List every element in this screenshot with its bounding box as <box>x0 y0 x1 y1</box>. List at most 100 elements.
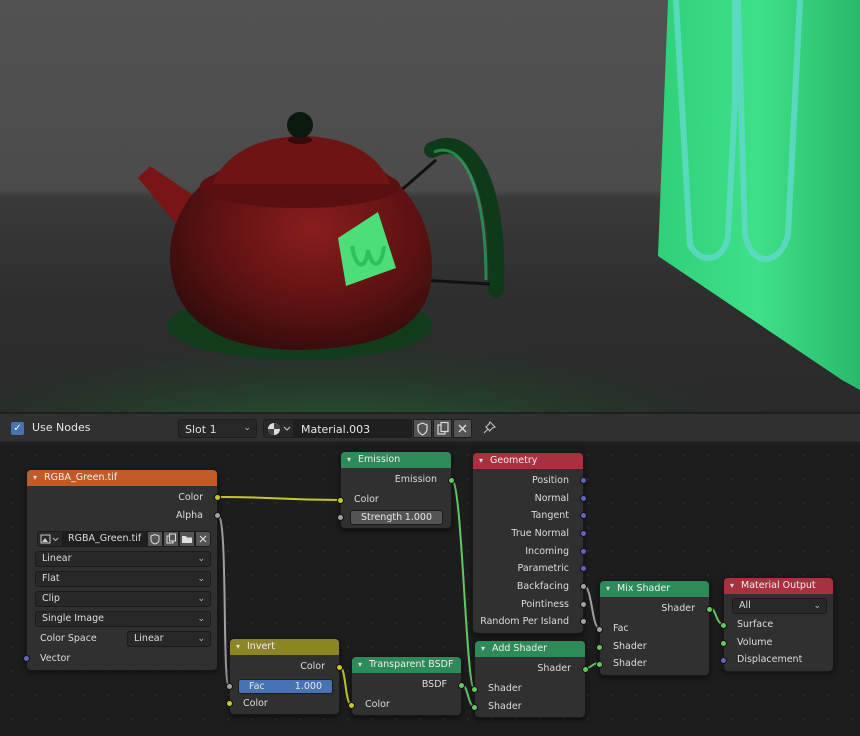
duplicate-icon <box>437 421 449 435</box>
socket-shader-2-in[interactable] <box>596 661 603 668</box>
viewport-render <box>0 0 860 412</box>
node-add-shader[interactable]: Add Shader Shader Shader Shader <box>471 640 589 718</box>
image-open-button[interactable] <box>179 531 195 547</box>
input-displacement-label: Displacement <box>737 654 803 665</box>
socket-shader-1-in[interactable] <box>596 644 603 651</box>
node-invert[interactable]: Invert Color Fac 1.000 Color <box>226 638 343 715</box>
node-geometry[interactable]: Geometry Position Normal Tangent True No… <box>472 452 587 634</box>
socket-fac-in[interactable] <box>596 626 603 633</box>
link-invert-transparent <box>339 666 352 705</box>
input-color-label: Color <box>243 698 268 709</box>
image-name-field[interactable]: RGBA_Green.tif <box>63 531 147 547</box>
socket-parametric-out[interactable] <box>580 565 587 572</box>
color-space-value: Linear <box>134 633 164 644</box>
image-icon <box>40 534 59 544</box>
input-shader-2-label: Shader <box>488 701 522 712</box>
socket-surface-in[interactable] <box>720 622 727 629</box>
socket-bsdf-out[interactable] <box>458 682 465 689</box>
output-backfacing-label: Backfacing <box>516 581 569 592</box>
node-material-output[interactable]: Material Output All ⌄ Surface Volume Disp… <box>720 577 834 672</box>
socket-shader-out[interactable] <box>706 606 713 613</box>
use-nodes-checkbox[interactable]: ✓ <box>11 422 24 435</box>
socket-incoming-out[interactable] <box>580 548 587 555</box>
socket-emission-out[interactable] <box>448 477 455 484</box>
link-alpha-invert <box>217 514 230 687</box>
fac-field[interactable]: Fac 1.000 <box>238 679 333 694</box>
output-color-label: Color <box>300 661 325 672</box>
duplicate-icon <box>166 533 176 544</box>
output-position-label: Position <box>532 475 569 486</box>
socket-shader-out[interactable] <box>582 666 589 673</box>
socket-volume-in[interactable] <box>720 640 727 647</box>
node-transparent-bsdf[interactable]: Transparent BSDF BSDF Color <box>348 656 465 716</box>
material-name-field[interactable]: Material.003 <box>294 419 412 438</box>
image-browse-button[interactable] <box>37 531 63 547</box>
socket-shader-1-in[interactable] <box>471 686 478 693</box>
node-image-texture[interactable]: RGBA_Green.tif Color Alpha RGBA_Green.ti… <box>23 469 221 671</box>
chevron-down-icon: ⌄ <box>197 594 205 604</box>
socket-shader-2-in[interactable] <box>471 704 478 711</box>
output-normal-label: Normal <box>534 493 569 504</box>
chevron-down-icon: ⌄ <box>813 601 821 611</box>
input-color-label: Color <box>354 494 379 505</box>
3d-viewport[interactable] <box>0 0 860 412</box>
strength-label: Strength <box>361 512 403 523</box>
socket-vector-in[interactable] <box>23 655 30 662</box>
socket-pointiness-out[interactable] <box>580 601 587 608</box>
browse-material-button[interactable] <box>263 419 294 438</box>
extension-value: Clip <box>42 593 60 604</box>
socket-color-in[interactable] <box>337 497 344 504</box>
chevron-down-icon: ⌄ <box>243 423 251 433</box>
duplicate-material-button[interactable] <box>433 419 452 438</box>
socket-fac-in[interactable] <box>226 683 233 690</box>
strength-field[interactable]: Strength 1.000 <box>350 510 443 525</box>
output-emission-label: Emission <box>394 474 437 485</box>
node-transparent-bsdf-title: Transparent BSDF <box>352 657 461 673</box>
pin-icon <box>483 420 497 434</box>
input-volume-label: Volume <box>737 637 773 648</box>
target-dropdown[interactable]: All ⌄ <box>732 598 827 614</box>
extension-dropdown[interactable]: Clip ⌄ <box>35 591 211 607</box>
output-shader-label: Shader <box>661 603 695 614</box>
socket-normal-out[interactable] <box>580 495 587 502</box>
color-space-dropdown[interactable]: Linear ⌄ <box>127 631 211 647</box>
socket-position-out[interactable] <box>580 477 587 484</box>
fake-user-button[interactable] <box>413 419 432 438</box>
color-space-label: Color Space <box>40 633 97 644</box>
image-unlink-button[interactable] <box>195 531 211 547</box>
socket-tangent-out[interactable] <box>580 512 587 519</box>
socket-true-normal-out[interactable] <box>580 530 587 537</box>
input-vector-label: Vector <box>40 653 71 664</box>
socket-strength-in[interactable] <box>337 514 344 521</box>
socket-alpha-out[interactable] <box>214 512 221 519</box>
source-dropdown[interactable]: Single Image ⌄ <box>35 611 211 627</box>
slot-dropdown[interactable]: Slot 1 ⌄ <box>178 419 257 438</box>
projection-dropdown[interactable]: Flat ⌄ <box>35 571 211 587</box>
interpolation-value: Linear <box>42 553 72 564</box>
image-fake-user-button[interactable] <box>147 531 163 547</box>
node-editor-canvas[interactable]: RGBA_Green.tif Color Alpha RGBA_Green.ti… <box>0 443 860 736</box>
node-emission-title: Emission <box>341 452 451 468</box>
output-color-label: Color <box>178 492 203 503</box>
unlink-material-button[interactable] <box>453 419 472 438</box>
use-nodes-label: Use Nodes <box>32 421 91 434</box>
image-new-button[interactable] <box>163 531 179 547</box>
socket-color-out[interactable] <box>214 494 221 501</box>
node-add-shader-title: Add Shader <box>475 641 585 657</box>
slot-value: Slot 1 <box>185 423 217 436</box>
socket-color-in[interactable] <box>226 700 233 707</box>
projection-value: Flat <box>42 573 60 584</box>
sphere-material-icon <box>268 423 291 435</box>
node-emission[interactable]: Emission Emission Color Strength 1.000 <box>337 451 455 529</box>
socket-backfacing-out[interactable] <box>580 583 587 590</box>
socket-color-in[interactable] <box>348 702 355 709</box>
socket-displacement-in[interactable] <box>720 657 727 664</box>
node-mix-shader[interactable]: Mix Shader Shader Fac Shader Shader <box>596 580 713 676</box>
output-shader-label: Shader <box>537 663 571 674</box>
socket-random-per-island-out[interactable] <box>580 618 587 625</box>
socket-color-out[interactable] <box>336 664 343 671</box>
output-incoming-label: Incoming <box>525 546 569 557</box>
interpolation-dropdown[interactable]: Linear ⌄ <box>35 551 211 567</box>
pin-button[interactable] <box>480 419 499 438</box>
output-random-per-island-label: Random Per Island <box>480 616 569 627</box>
